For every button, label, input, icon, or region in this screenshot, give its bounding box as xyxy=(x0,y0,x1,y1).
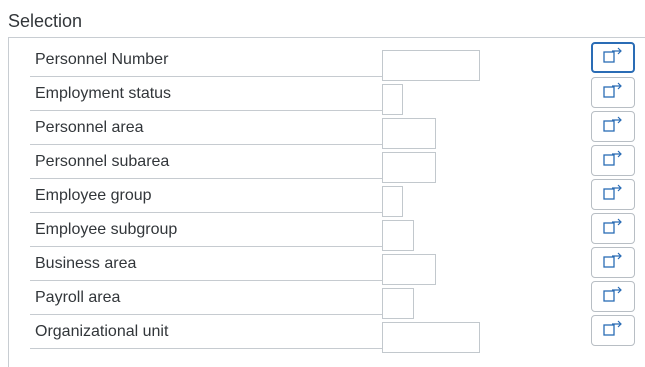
selection-row-personnel-number: Personnel Number xyxy=(30,43,590,81)
row-label: Business area xyxy=(30,247,385,281)
selection-row-personnel-subarea: Personnel subarea xyxy=(30,145,590,183)
multiple-selection-button-business-area[interactable] xyxy=(591,247,635,278)
multiple-selection-icon xyxy=(602,45,624,70)
multiple-selection-button-organizational-unit[interactable] xyxy=(591,315,635,346)
organizational-unit-input[interactable] xyxy=(382,322,480,353)
multiple-selection-button-employment-status[interactable] xyxy=(591,77,635,108)
multiple-selection-icon xyxy=(602,284,624,309)
row-label: Employment status xyxy=(30,77,385,111)
multiple-selection-icon xyxy=(602,80,624,105)
multiple-selection-button-personnel-area[interactable] xyxy=(591,111,635,142)
multiple-selection-button-payroll-area[interactable] xyxy=(591,281,635,312)
multiple-selection-icon xyxy=(602,148,624,173)
row-label: Employee group xyxy=(30,179,385,213)
multiple-selection-button-employee-subgroup[interactable] xyxy=(591,213,635,244)
multiple-selection-button-personnel-subarea[interactable] xyxy=(591,145,635,176)
multiple-selection-button-employee-group[interactable] xyxy=(591,179,635,210)
selection-row-business-area: Business area xyxy=(30,247,590,285)
row-label: Personnel subarea xyxy=(30,145,385,179)
selection-row-payroll-area: Payroll area xyxy=(30,281,590,319)
selection-row-personnel-area: Personnel area xyxy=(30,111,590,149)
row-label: Organizational unit xyxy=(30,315,385,349)
selection-row-organizational-unit: Organizational unit xyxy=(30,315,590,353)
row-label: Payroll area xyxy=(30,281,385,315)
multiple-selection-icon xyxy=(602,216,624,241)
selection-row-employment-status: Employment status xyxy=(30,77,590,115)
multiple-selection-icon xyxy=(602,318,624,343)
multiple-selection-button-personnel-number[interactable] xyxy=(591,42,635,73)
section-title: Selection xyxy=(8,11,83,31)
selection-row-employee-group: Employee group xyxy=(30,179,590,217)
row-label: Employee subgroup xyxy=(30,213,385,247)
row-label: Personnel area xyxy=(30,111,385,145)
row-label: Personnel Number xyxy=(30,43,385,77)
multiple-selection-icon xyxy=(602,182,624,207)
multiple-selection-icon xyxy=(602,114,624,139)
multiple-selection-icon xyxy=(602,250,624,275)
selection-row-employee-subgroup: Employee subgroup xyxy=(30,213,590,251)
